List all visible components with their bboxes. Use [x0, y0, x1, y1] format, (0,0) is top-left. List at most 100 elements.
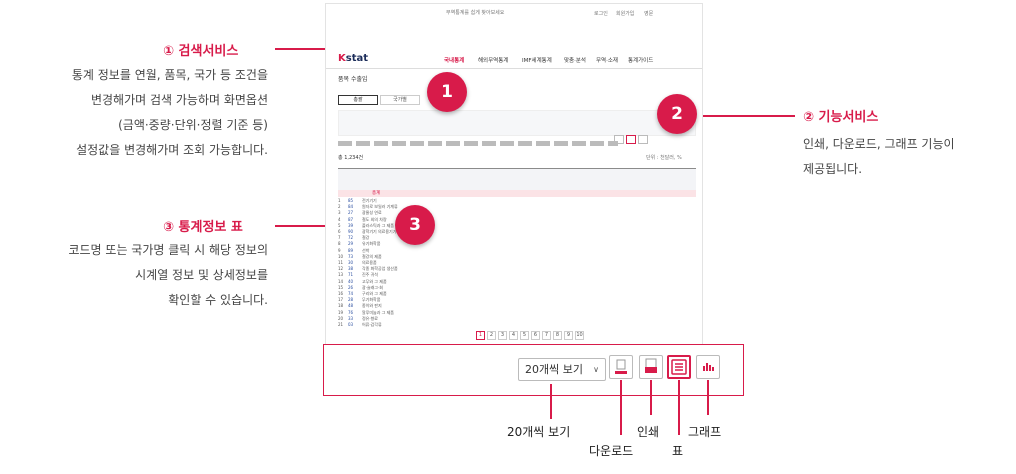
page-button[interactable]: 5: [520, 331, 529, 340]
kstat-logo[interactable]: Kstat: [338, 53, 368, 64]
nav-divider: [326, 68, 702, 69]
row-index: 5: [338, 222, 341, 228]
page-button[interactable]: 8: [553, 331, 562, 340]
row-code[interactable]: 39: [348, 223, 362, 228]
nav-overseas[interactable]: 해외무역통계: [478, 56, 508, 64]
chevron-down-icon: ∨: [593, 365, 599, 374]
website-screenshot: 무역통계를 쉽게 찾아보세요 로그인 회원가입 영문 Kstat 국내통계 해외…: [325, 3, 703, 348]
result-summary: 총 1,234건: [338, 155, 364, 161]
row-name[interactable]: 광·슬래그·회: [362, 285, 422, 291]
table-total-row: 총계: [338, 190, 696, 197]
row-name[interactable]: 진주 귀석: [362, 272, 422, 278]
function-service-desc: 인쇄, 다운로드, 그래프 기능이 제공됩니다.: [803, 132, 955, 182]
row-code[interactable]: 28: [348, 297, 362, 302]
row-index: 15: [338, 284, 344, 290]
table-view-button[interactable]: [667, 355, 691, 379]
row-index: 9: [338, 247, 341, 253]
marker-1: 1: [427, 72, 467, 112]
table-info-desc: 코드명 또는 국가명 클릭 시 해당 정보의 시계열 정보 및 상세정보를 확인…: [0, 238, 268, 313]
row-name[interactable]: 의료용품: [362, 260, 422, 266]
row-name[interactable]: 무기화학품: [362, 297, 422, 303]
toolbar-zoom: 20개씩 보기 ∨: [323, 344, 744, 396]
row-index: 7: [338, 235, 341, 241]
page-button[interactable]: 2: [487, 331, 496, 340]
top-link-eng[interactable]: 영문: [644, 10, 653, 17]
page-button[interactable]: 10: [575, 331, 584, 340]
search-desc-line: (금액·중량·단위·정렬 기준 등): [118, 118, 268, 132]
page-title: 품목 수출입: [338, 76, 368, 83]
tab-country[interactable]: 국가별: [380, 95, 420, 105]
row-code[interactable]: 03: [348, 322, 362, 327]
row-code[interactable]: 74: [348, 291, 362, 296]
search-service-desc: 통계 정보를 연월, 품목, 국가 등 조건을 변경해가며 검색 가능하며 화면…: [0, 63, 268, 163]
nav-domestic[interactable]: 국내통계: [444, 56, 464, 64]
pointer-view: [550, 384, 552, 419]
page-button[interactable]: 1: [476, 331, 485, 340]
row-name[interactable]: 선박: [362, 248, 422, 254]
search-desc-line: 변경해가며 검색 가능하며 화면옵션: [90, 93, 268, 107]
row-code[interactable]: 29: [348, 241, 362, 246]
table-small-icon[interactable]: [626, 135, 636, 144]
marker-3: 3: [395, 205, 435, 245]
table-desc-line: 시계열 정보 및 상세정보를: [135, 268, 268, 282]
row-code[interactable]: 89: [348, 248, 362, 253]
graph-button[interactable]: [696, 355, 720, 379]
search-options-line[interactable]: [338, 141, 618, 146]
select-value: 20개씩 보기: [525, 363, 583, 376]
row-name[interactable]: 전기기기: [362, 198, 422, 204]
row-code[interactable]: 72: [348, 235, 362, 240]
page-button[interactable]: 3: [498, 331, 507, 340]
top-link-login[interactable]: 로그인: [594, 10, 608, 17]
row-code[interactable]: 30: [348, 260, 362, 265]
table-row: 21 03 어류·갑각류: [338, 322, 696, 330]
row-name[interactable]: 구리와 그 제품: [362, 291, 422, 297]
page-button[interactable]: 7: [542, 331, 551, 340]
row-code[interactable]: 48: [348, 303, 362, 308]
page-button[interactable]: 6: [531, 331, 540, 340]
row-code[interactable]: 87: [348, 217, 362, 222]
search-service-title: ① 검색서비스: [163, 44, 239, 59]
page-button[interactable]: 9: [564, 331, 573, 340]
row-index: 17: [338, 297, 344, 303]
row-name[interactable]: 어류·갑각류: [362, 322, 422, 328]
row-code[interactable]: 27: [348, 210, 362, 215]
pointer-table: [678, 380, 680, 435]
search-filter-box[interactable]: [338, 110, 696, 136]
table-info-title: ③ 통계정보 표: [163, 220, 243, 235]
nav-imf[interactable]: IMF세계통계: [522, 56, 552, 64]
row-name[interactable]: 각종 화학공업 생산품: [362, 266, 422, 272]
download-small-icon[interactable]: [614, 135, 624, 144]
row-code[interactable]: 38: [348, 266, 362, 271]
rows-per-page-select[interactable]: 20개씩 보기 ∨: [518, 358, 606, 381]
row-name[interactable]: 종이와 판지: [362, 303, 422, 309]
row-name[interactable]: 알루미늄과 그 제품: [362, 310, 422, 316]
row-code[interactable]: 33: [348, 316, 362, 321]
row-index: 12: [338, 266, 344, 272]
top-link-join[interactable]: 회원가입: [616, 10, 634, 17]
nav-guide[interactable]: 통계가이드: [628, 56, 653, 64]
download-button[interactable]: [609, 355, 633, 379]
row-code[interactable]: 40: [348, 279, 362, 284]
graph-small-icon[interactable]: [638, 135, 648, 144]
nav-custom[interactable]: 맞춤·분석: [564, 56, 586, 64]
row-code[interactable]: 85: [348, 198, 362, 203]
row-code[interactable]: 90: [348, 229, 362, 234]
nav-trade[interactable]: 무역·소재: [596, 56, 618, 64]
row-name[interactable]: 정유·향료: [362, 316, 422, 322]
unit-label: 단위 : 천달러, %: [646, 155, 682, 161]
row-name[interactable]: 철강의 제품: [362, 254, 422, 260]
row-code[interactable]: 84: [348, 204, 362, 209]
row-index: 4: [338, 216, 341, 222]
row-code[interactable]: 71: [348, 272, 362, 277]
row-name[interactable]: 고무와 그 제품: [362, 279, 422, 285]
row-code[interactable]: 76: [348, 310, 362, 315]
tab-summary[interactable]: 총괄: [338, 95, 378, 105]
graph-icon: [703, 363, 714, 371]
row-index: 10: [338, 253, 344, 259]
leader-line-2: [697, 115, 795, 117]
row-code[interactable]: 73: [348, 254, 362, 259]
row-code[interactable]: 26: [348, 285, 362, 290]
table-desc-line: 코드명 또는 국가명 클릭 시 해당 정보의: [68, 243, 268, 257]
page-button[interactable]: 4: [509, 331, 518, 340]
print-button[interactable]: [639, 355, 663, 379]
